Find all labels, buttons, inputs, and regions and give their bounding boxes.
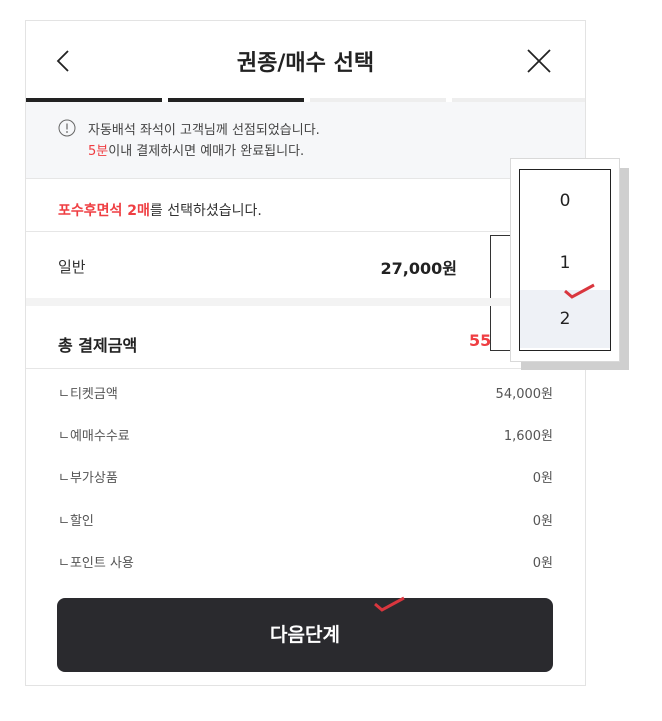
breakdown-row: ㄴ예매수수료 1,600원 bbox=[58, 425, 553, 445]
next-step-button[interactable]: 다음단계 bbox=[57, 598, 553, 672]
breakdown-label: ㄴ예매수수료 bbox=[58, 429, 130, 444]
breakdown-label: ㄴ티켓금액 bbox=[58, 387, 118, 402]
notice-timer-rest: 이내 결제하시면 예매가 완료됩니다. bbox=[108, 144, 305, 159]
ticket-price: 27,000원 bbox=[380, 259, 457, 278]
total-value: 55 bbox=[469, 331, 492, 350]
breakdown-label: ㄴ할인 bbox=[58, 514, 94, 529]
notice-timer-highlight: 5분 bbox=[88, 144, 109, 159]
divider bbox=[26, 368, 585, 369]
breakdown-label: ㄴ포인트 사용 bbox=[58, 556, 134, 571]
breakdown-value: 1,600원 bbox=[503, 429, 553, 444]
ticket-type-label: 일반 bbox=[58, 258, 86, 276]
quantity-option-0[interactable]: 0 bbox=[520, 172, 610, 230]
notice-box: 자동배석 좌석이 고객님께 선점되었습니다. 5분이내 결제하시면 예매가 완료… bbox=[26, 102, 585, 179]
close-icon bbox=[527, 49, 551, 73]
section-separator bbox=[26, 298, 585, 306]
notice-timer-text: 5분이내 결제하시면 예매가 완료됩니다. bbox=[88, 140, 304, 159]
breakdown-row: ㄴ티켓금액 54,000원 bbox=[58, 383, 553, 403]
quantity-dropdown: 0 1 2 bbox=[510, 158, 620, 362]
breakdown-value: 54,000원 bbox=[495, 387, 553, 402]
quantity-options-list: 0 1 2 bbox=[519, 169, 611, 351]
breakdown-row: ㄴ할인 0원 bbox=[58, 510, 553, 530]
selection-rest: 를 선택하셨습니다. bbox=[149, 203, 262, 219]
header: 권종/매수 선택 bbox=[26, 21, 585, 101]
ticket-panel: 권종/매수 선택 자동배석 좌석이 고객님께 선점되었습니다. 5분이내 결제하… bbox=[25, 20, 586, 686]
selection-message: 포수후면석 2매를 선택하셨습니다. bbox=[58, 200, 262, 220]
breakdown-row: ㄴ부가상품 0원 bbox=[58, 467, 553, 487]
check-icon bbox=[374, 596, 405, 612]
breakdown-row: ㄴ포인트 사용 0원 bbox=[58, 552, 553, 572]
exclamation-circle-icon bbox=[58, 119, 76, 137]
selection-highlight: 포수후면석 2매 bbox=[58, 203, 150, 219]
breakdown-value: 0원 bbox=[532, 556, 553, 571]
breakdown-value: 0원 bbox=[532, 471, 553, 486]
close-button[interactable] bbox=[521, 43, 557, 79]
total-label: 총 결제금액 bbox=[58, 336, 138, 355]
page-title: 권종/매수 선택 bbox=[236, 51, 375, 76]
check-icon bbox=[564, 283, 595, 299]
notice-text: 자동배석 좌석이 고객님께 선점되었습니다. bbox=[88, 123, 320, 138]
breakdown-value: 0원 bbox=[532, 514, 553, 529]
breakdown-label: ㄴ부가상품 bbox=[58, 471, 118, 486]
